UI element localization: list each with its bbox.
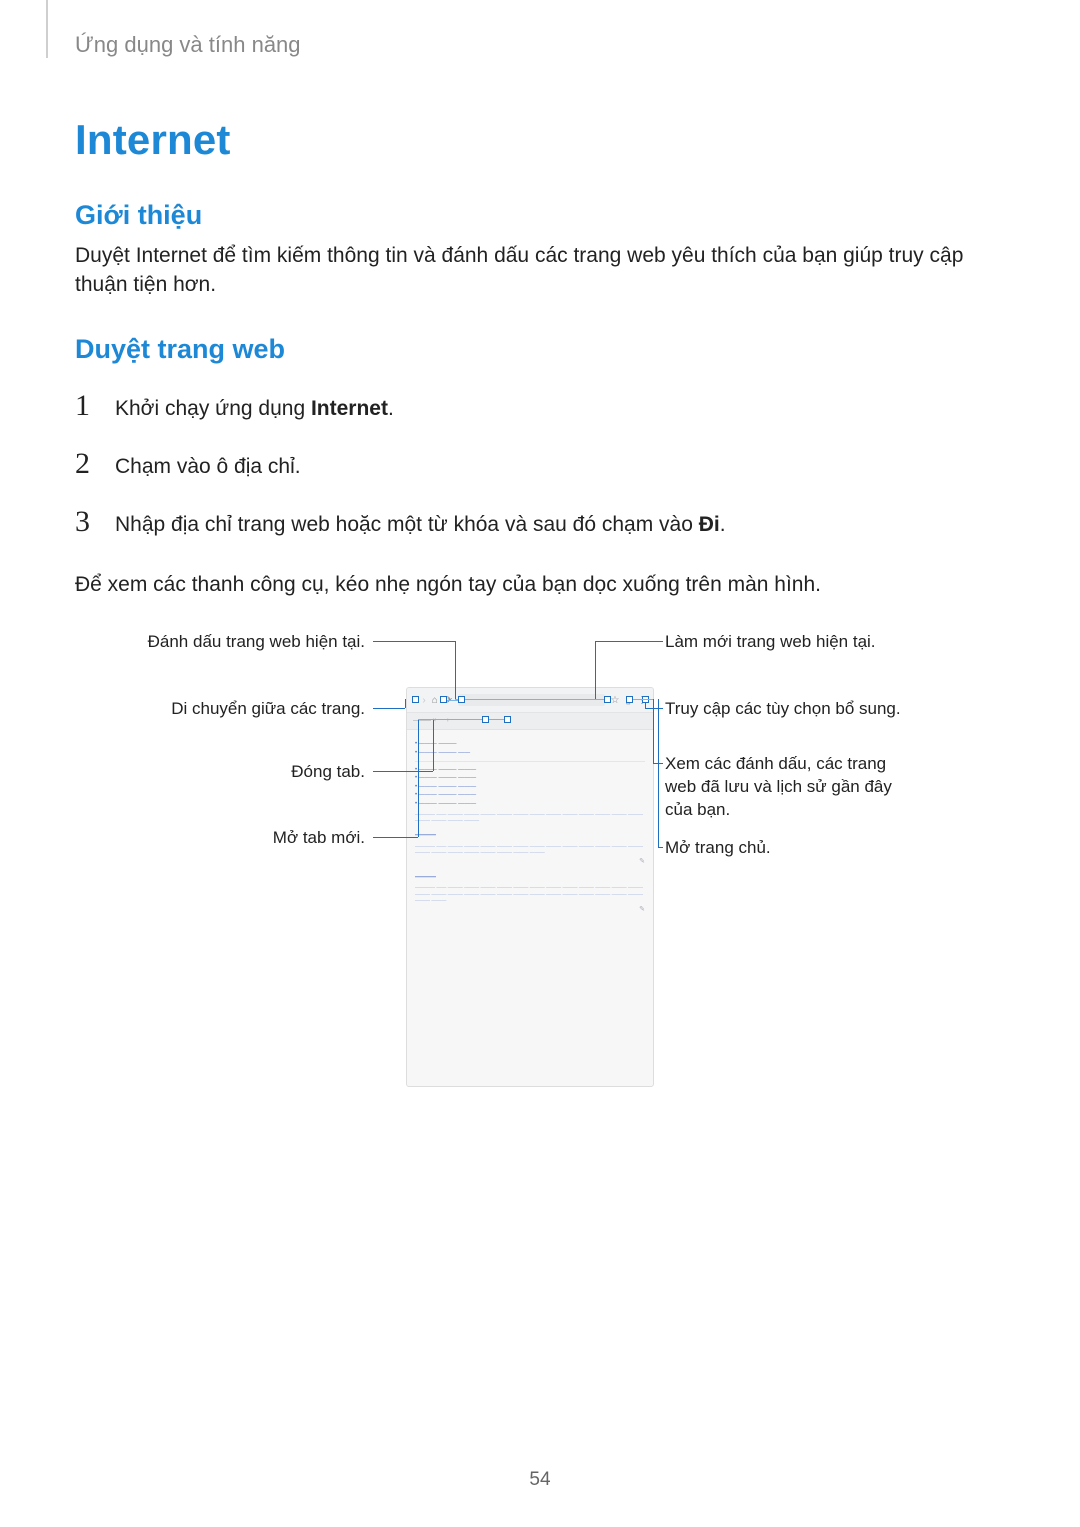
- section-browse-heading: Duyệt trang web: [75, 334, 1005, 365]
- step-3: 3 Nhập địa chỉ trang web hoặc một từ khó…: [75, 507, 1005, 539]
- callout-more-options: Truy cập các tùy chọn bổ sung.: [665, 698, 901, 721]
- step-number: 2: [75, 449, 97, 479]
- leader-dot: [604, 696, 611, 703]
- step-text: Khởi chạy ứng dụng Internet.: [115, 395, 394, 423]
- address-bar: [458, 694, 604, 706]
- step-3-post: .: [720, 513, 726, 536]
- step-3-bold: Đi: [699, 513, 720, 536]
- leader-line: [373, 771, 433, 772]
- step-1-post: .: [388, 397, 394, 420]
- breadcrumb: Ứng dụng và tính năng: [75, 32, 1005, 58]
- page-title: Internet: [75, 116, 1005, 164]
- forward-icon: ›: [422, 695, 425, 706]
- leader-line: [658, 847, 663, 848]
- step-1-pre: Khởi chạy ứng dụng: [115, 397, 311, 420]
- step-text: Chạm vào ô địa chỉ.: [115, 453, 301, 481]
- leader-line: [418, 719, 419, 837]
- step-number: 3: [75, 507, 97, 537]
- leader-dot: [482, 716, 489, 723]
- browser-diagram: Đánh dấu trang web hiện tại. Di chuyển g…: [105, 627, 975, 1147]
- leader-line: [658, 699, 659, 847]
- callout-view-bookmarks: Xem các đánh dấu, các trang web đã lưu v…: [665, 753, 915, 822]
- step-text: Nhập địa chỉ trang web hoặc một từ khóa …: [115, 511, 726, 539]
- leader-line: [645, 708, 663, 709]
- leader-line: [418, 719, 507, 720]
- step-number: 1: [75, 391, 97, 421]
- leader-line: [373, 837, 418, 838]
- callout-bookmark: Đánh dấu trang web hiện tại.: [148, 631, 365, 654]
- steps-list: 1 Khởi chạy ứng dụng Internet. 2 Chạm và…: [75, 391, 1005, 540]
- step-1: 1 Khởi chạy ứng dụng Internet.: [75, 391, 1005, 423]
- page-number: 54: [0, 1469, 1080, 1491]
- leader-dot: [504, 716, 511, 723]
- home-icon: ⌂: [432, 695, 438, 706]
- leader-dot: [458, 696, 465, 703]
- step-3-pre: Nhập địa chỉ trang web hoặc một từ khóa …: [115, 513, 699, 536]
- section-intro-heading: Giới thiệu: [75, 200, 1005, 231]
- section-intro-text: Duyệt Internet để tìm kiếm thông tin và …: [75, 241, 1005, 300]
- callout-new-tab: Mở tab mới.: [273, 827, 365, 850]
- leader-dot: [626, 696, 633, 703]
- leader-line: [433, 719, 434, 771]
- phone-screenshot: ‹ › ⌂ ⟳ ☆ ▯ ⋮ ——— × + ——— ——— ——— ——— ——: [406, 687, 654, 1087]
- leader-line: [595, 641, 663, 642]
- header-accent-line: [46, 0, 48, 58]
- leader-line: [455, 641, 456, 699]
- leader-line: [653, 699, 654, 763]
- leader-dot: [412, 696, 419, 703]
- callout-home: Mở trang chủ.: [665, 837, 771, 860]
- browser-content: ——— ——— ——— ——— —— ——— ——— ——— ——— ——— —…: [407, 730, 653, 920]
- leader-dot: [440, 696, 447, 703]
- browser-tabbar: ——— × +: [407, 713, 653, 730]
- leader-line: [595, 641, 596, 699]
- leader-line: [373, 641, 455, 642]
- step-2: 2 Chạm vào ô địa chỉ.: [75, 449, 1005, 481]
- callout-nav-pages: Di chuyển giữa các trang.: [171, 698, 365, 721]
- leader-line: [405, 699, 406, 708]
- leader-line: [373, 708, 405, 709]
- star-icon: ☆: [611, 695, 620, 706]
- step-1-bold: Internet: [311, 397, 388, 420]
- note-text: Để xem các thanh công cụ, kéo nhẹ ngón t…: [75, 570, 1005, 599]
- callout-close-tab: Đóng tab.: [291, 761, 365, 784]
- callout-refresh: Làm mới trang web hiện tại.: [665, 631, 876, 654]
